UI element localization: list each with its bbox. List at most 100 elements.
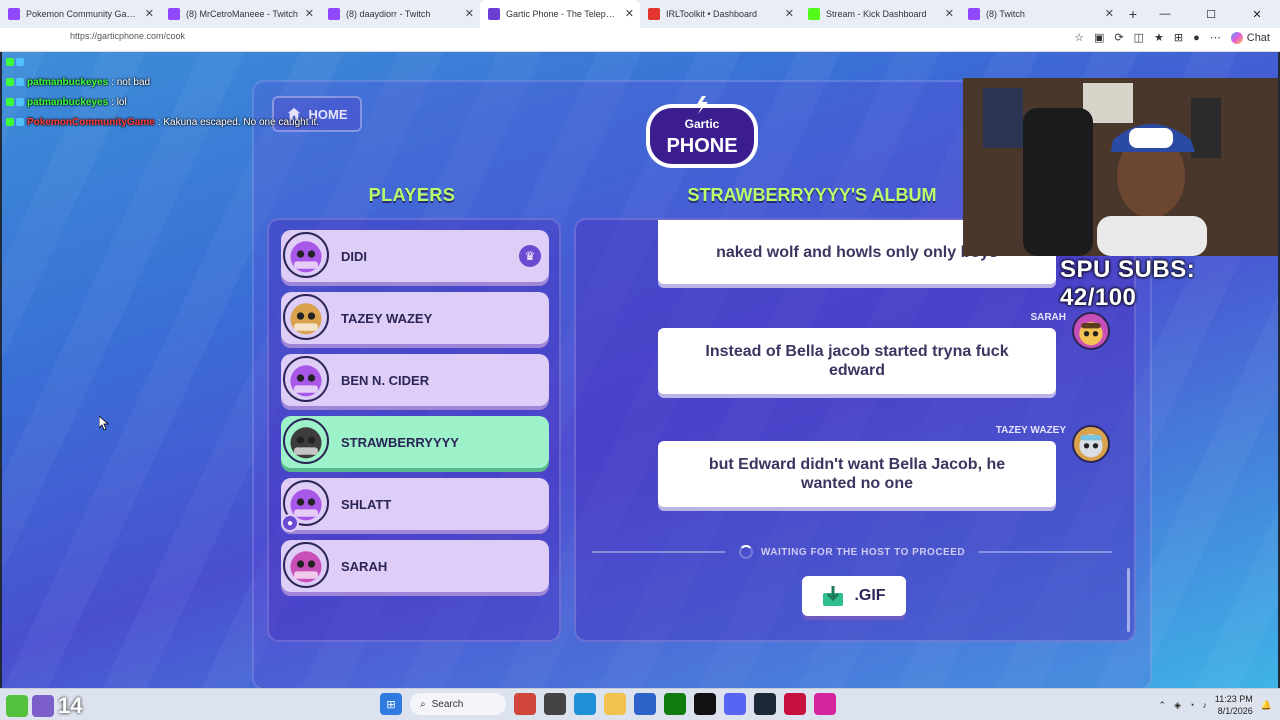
steam-icon[interactable] <box>754 693 776 715</box>
player-row[interactable]: STRAWBERRYYYY <box>281 416 549 468</box>
file-explorer-icon[interactable] <box>604 693 626 715</box>
maximize-icon[interactable]: ☐ <box>1188 0 1234 28</box>
close-tab-icon[interactable]: ✕ <box>305 7 314 20</box>
chat-message: : lol <box>111 96 127 108</box>
overlay-number: 14 <box>58 693 83 718</box>
player-row[interactable]: SARAH <box>281 540 549 592</box>
close-tab-icon[interactable]: ✕ <box>785 7 794 20</box>
tab-favicon-icon <box>968 8 980 20</box>
chat-username: PokemonCommunityGame <box>27 116 155 128</box>
xbox-icon[interactable] <box>664 693 686 715</box>
close-tab-icon[interactable]: ✕ <box>625 7 634 20</box>
address-bar: https://garticphone.com/cook ☆ ▣ ⟳ ◫ ★ ⊞… <box>0 28 1280 52</box>
chat-overlay: patmanbuckeyes: not bad patmanbuckeyes: l… <box>6 52 319 132</box>
kick-app-icon[interactable] <box>6 695 28 717</box>
webcam-overlay <box>963 78 1278 256</box>
player-row[interactable]: SHLATT ● <box>281 478 549 532</box>
tab-favicon-icon <box>8 8 20 20</box>
system-tray: ⌃ ◈ ◔ ♪ 11:23 PM 8/1/2026 🔔 <box>1159 693 1272 717</box>
copilot-icon <box>1230 31 1243 44</box>
loading-spinner-icon <box>738 545 753 559</box>
discord-icon[interactable] <box>724 693 746 715</box>
collections-icon[interactable]: ⊞ <box>1174 31 1183 44</box>
browser-tab[interactable]: Pokemon Community Game ✕ <box>0 0 160 28</box>
instagram-icon[interactable] <box>814 693 836 715</box>
search-icon: ⌕ <box>420 698 426 710</box>
chat-badges <box>6 58 24 66</box>
app-icon-2[interactable] <box>784 693 806 715</box>
album-title: STRAWBERRYYYY'S ALBUM <box>687 185 937 205</box>
tab-favicon-icon <box>328 8 340 20</box>
app-icon-1[interactable] <box>514 693 536 715</box>
browser-tab[interactable]: IRLToolkit • Dashboard ✕ <box>640 0 800 28</box>
volume-icon[interactable]: ♪ <box>1202 700 1207 710</box>
gif-download-button[interactable]: .GIF <box>802 576 906 616</box>
twitch-app-icon[interactable] <box>32 695 54 717</box>
wifi-icon[interactable]: ◔ <box>1189 700 1194 710</box>
chat-badges <box>6 78 24 86</box>
user-badge-icon: ● <box>281 514 299 532</box>
chat-line <box>6 52 319 72</box>
tray-chevron-icon[interactable]: ⌃ <box>1159 700 1167 711</box>
tab-favicon-icon <box>488 8 500 20</box>
edge-icon[interactable] <box>634 693 656 715</box>
close-tab-icon[interactable]: ✕ <box>1105 7 1114 20</box>
album-message-3: but Edward didn't want Bella Jacob, he w… <box>658 441 1056 507</box>
notification-bell-icon[interactable]: 🔔 <box>1261 700 1272 711</box>
tazey-avatar <box>1072 425 1110 463</box>
badge-icon <box>16 58 24 66</box>
minimize-icon[interactable]: — <box>1142 0 1188 28</box>
favorites-icon[interactable]: ★ <box>1154 31 1164 44</box>
host-crown-icon: ♛ <box>519 245 541 267</box>
profile-avatar-icon[interactable]: ● <box>1193 32 1200 44</box>
player-name: SARAH <box>341 558 388 574</box>
tab-favicon-icon <box>168 8 180 20</box>
svg-text:Gartic: Gartic <box>685 117 720 131</box>
browser-tab[interactable]: Gartic Phone - The Telephone Game✕ <box>480 0 640 28</box>
chat-line: patmanbuckeyes: not bad <box>6 72 319 92</box>
chat-line: patmanbuckeyes: lol <box>6 92 319 112</box>
player-avatar <box>283 356 329 402</box>
close-tab-icon[interactable]: ✕ <box>465 7 474 20</box>
task-view-icon[interactable] <box>544 693 566 715</box>
mouse-cursor-icon <box>99 416 109 430</box>
browser-tab[interactable]: (8) MrCetroManeee - Twitch ✕ <box>160 0 320 28</box>
browser-tab[interactable]: (8) Twitch ✕ <box>960 0 1120 28</box>
chat-message: : Kakuna escaped. No one caught it. <box>157 116 320 128</box>
player-avatar <box>283 294 329 340</box>
badge-icon <box>6 78 14 86</box>
close-tab-icon[interactable]: ✕ <box>145 7 154 20</box>
message-author-sarah: SARAH <box>1030 312 1066 323</box>
album-scrollbar[interactable] <box>1127 568 1130 632</box>
player-row[interactable]: TAZEY WAZEY <box>281 292 549 344</box>
player-name: BEN N. CIDER <box>341 372 430 388</box>
browser-tab[interactable]: Stream - Kick Dashboard ✕ <box>800 0 960 28</box>
browser-tab[interactable]: (8) daaydiorr - Twitch ✕ <box>320 0 480 28</box>
badge-icon <box>16 78 24 86</box>
player-row[interactable]: DIDI ♛ <box>281 230 549 282</box>
close-window-icon[interactable]: ✕ <box>1234 0 1280 28</box>
refresh-icon[interactable]: ⟳ <box>1114 31 1123 44</box>
download-icon <box>823 586 844 606</box>
taskbar-clock[interactable]: 11:23 PM 8/1/2026 <box>1215 693 1253 717</box>
player-name: SHLATT <box>341 496 392 512</box>
url-input[interactable]: https://garticphone.com/cook <box>70 31 185 41</box>
taskbar-search[interactable]: ⌕ Search <box>410 693 506 715</box>
windows-start-icon[interactable]: ⊞ <box>380 693 402 715</box>
close-tab-icon[interactable]: ✕ <box>945 7 954 20</box>
album-message-2: Instead of Bella jacob started tryna fuc… <box>658 328 1056 394</box>
player-name: STRAWBERRYYYY <box>341 434 459 450</box>
chat-username: patmanbuckeyes <box>27 96 109 108</box>
more-icon[interactable]: ⋯ <box>1210 31 1221 44</box>
extension-icon[interactable]: ▣ <box>1094 31 1104 44</box>
player-row[interactable]: BEN N. CIDER <box>281 354 549 406</box>
network-icon[interactable]: ◈ <box>1174 700 1181 711</box>
obs-icon[interactable] <box>694 693 716 715</box>
waiting-status: WAITING FOR THE HOST TO PROCEED <box>592 544 1112 560</box>
copilot-app-icon[interactable] <box>574 693 596 715</box>
copilot-chat-button[interactable]: Chat <box>1230 31 1270 44</box>
chat-badges <box>6 98 24 106</box>
split-screen-icon[interactable]: ◫ <box>1134 31 1144 44</box>
favorite-star-icon[interactable]: ☆ <box>1074 31 1084 44</box>
player-name: DIDI <box>341 248 367 264</box>
